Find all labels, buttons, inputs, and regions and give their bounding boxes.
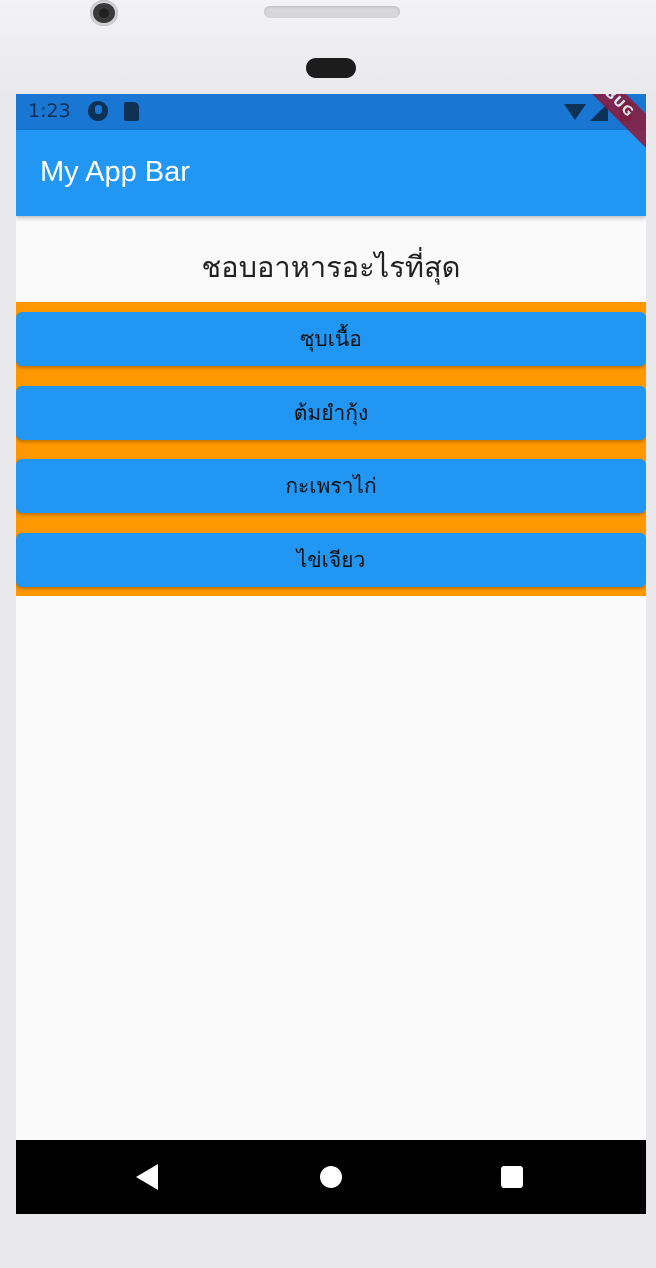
- back-icon[interactable]: [136, 1164, 158, 1190]
- question-text: ชอบอาหารอะไรที่สุด: [201, 250, 461, 284]
- answers-container: ซุบเนื้อ ต้มยำกุ้ง กะเพราไก่ ไข่เจียว: [16, 302, 646, 596]
- wifi-icon: [564, 104, 586, 120]
- device-bezel-bottom: [0, 1214, 656, 1268]
- status-bar: 1:23: [16, 94, 646, 130]
- proximity-sensor: [306, 58, 356, 78]
- recents-icon[interactable]: [501, 1166, 523, 1188]
- app-bar: My App Bar: [16, 130, 646, 216]
- answer-button-3[interactable]: กะเพราไก่: [16, 459, 646, 513]
- sd-card-icon: [124, 102, 139, 121]
- app-bar-title: My App Bar: [40, 156, 190, 188]
- navigation-bar: [16, 1140, 646, 1214]
- answer-button-2[interactable]: ต้มยำกุ้ง: [16, 386, 646, 440]
- answer-button-4[interactable]: ไข่เจียว: [16, 533, 646, 587]
- app-notification-icon: [88, 101, 108, 121]
- front-camera: [90, 0, 118, 26]
- status-time: 1:23: [28, 100, 71, 122]
- device-bezel-top: [0, 0, 656, 94]
- home-icon[interactable]: [320, 1166, 342, 1188]
- answer-button-1[interactable]: ซุบเนื้อ: [16, 312, 646, 366]
- earpiece-speaker: [264, 6, 400, 18]
- phone-screen: 1:23 My App Bar DEBUG ชอบอาหารอะไรที่สุด…: [16, 94, 646, 1214]
